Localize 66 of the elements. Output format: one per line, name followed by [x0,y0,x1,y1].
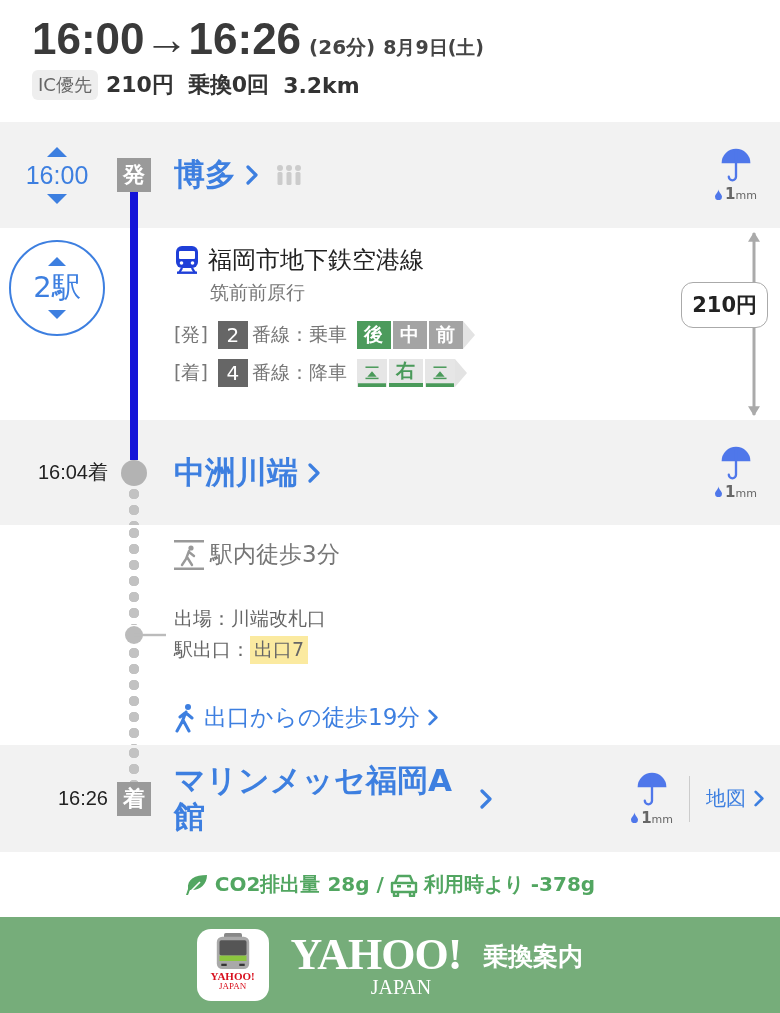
chevron-icon [308,462,320,483]
leaf-icon [184,872,209,897]
chevron-icon [480,788,492,809]
stairs-icon [424,359,455,387]
segment-fare: 210円 [681,282,768,328]
exit-number: 出口7 [250,636,309,664]
chevron-icon [428,709,439,726]
transfer-count: 乗換0回 [187,71,270,99]
earlier-arrow-icon[interactable] [47,146,67,157]
car-icon [389,872,418,897]
service-name: 乗換案内 [483,940,584,973]
car-position: 前 [428,321,463,349]
exit-side: 右 [388,359,423,387]
station-dot [121,459,147,486]
track-number: 4 [217,359,248,387]
track-number: 2 [217,321,248,349]
car-position: 後 [356,321,391,349]
train-direction: 筑前前原行 [210,280,306,305]
raindrop-icon [715,188,723,200]
chevron-icon [246,165,258,185]
trip-duration: (26分) [309,34,376,61]
map-link[interactable]: 地図 [706,785,764,812]
raindrop-icon [715,486,723,497]
rain-amount: 1mm [725,185,757,203]
car-position: 中 [392,321,427,349]
platform-tag: [着] [174,360,208,386]
co2-emission: CO2排出量 28g / [214,871,384,898]
walking-person-icon [174,539,204,570]
expand-up-icon [48,257,66,266]
exit-label: 駅出口： [174,637,250,662]
co2-saving: 利用時より -378g [423,871,596,898]
distance: 3.2km [283,72,360,98]
train-icon [174,245,200,275]
station-link[interactable]: 中洲川端 [174,451,320,494]
arrival-time: 16:04着 [37,460,108,485]
walking-person-icon [174,702,196,733]
brand-logo: YAHOO! [290,933,462,977]
later-arrow-icon[interactable] [47,193,67,204]
stops-button[interactable]: 2駅 [9,240,105,336]
platform-tag: [発] [174,322,208,348]
station-link[interactable]: 博多 [174,154,258,196]
total-fare: 210円 [105,71,174,99]
arrival-time: 16:26 [57,787,108,810]
stairs-icon [356,359,387,387]
walk-route-link[interactable]: 出口からの徒歩19分 [174,702,670,733]
chevron-icon [754,790,764,807]
exit-gate: 出場：川端改札口 [174,606,327,631]
departure-mark: 発 [117,158,151,192]
app-icon: YAHOO! JAPAN [196,929,269,1001]
brand-subtitle: JAPAN [370,977,432,997]
raindrop-icon [631,812,639,823]
departure-time[interactable]: 16:00 [25,160,89,190]
rain-amount: 1mm [641,808,673,827]
expand-down-icon [48,310,66,319]
arrival-mark: 着 [117,781,151,816]
line-name: 福岡市地下鉄空港線 [208,245,424,276]
crowd-icon [276,165,302,185]
platform-text: 番線：降車 [251,360,347,385]
station-link[interactable]: マリンメッセ福岡A館 [174,762,492,835]
trip-times: 16:00→16:26 [32,14,302,64]
station-walk-time: 駅内徒歩3分 [210,540,340,569]
trip-date: 8月9日(土) [383,35,484,60]
fare-type-badge: IC優先 [32,70,98,100]
rain-amount: 1mm [725,482,757,501]
platform-text: 番線：乗車 [251,322,347,347]
exit-node-icon [124,625,166,645]
